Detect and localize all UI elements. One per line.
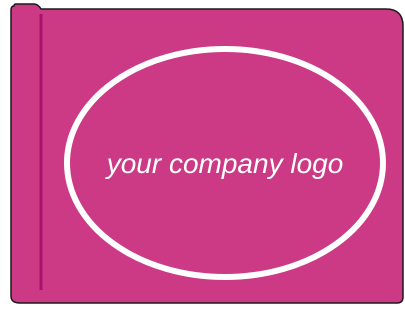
folder-graphic: your company logo (10, 3, 404, 304)
logo-text: your company logo (105, 148, 344, 179)
folder-cover: your company logo (0, 0, 405, 307)
